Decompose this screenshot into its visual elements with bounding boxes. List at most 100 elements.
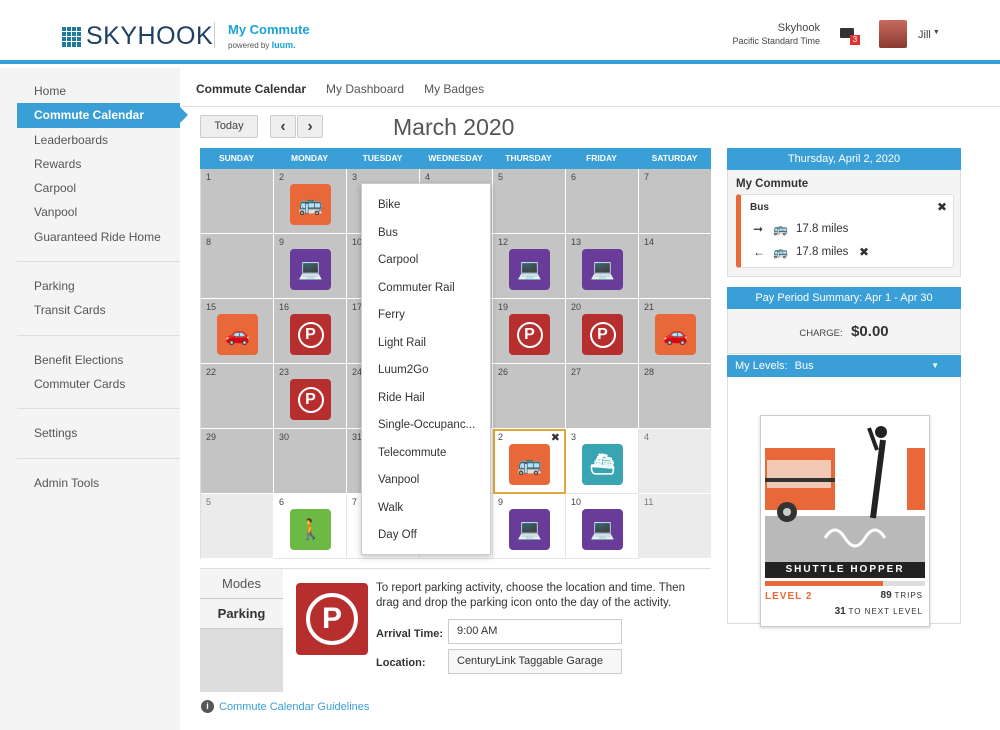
nav-settings[interactable]: Settings <box>0 421 180 445</box>
ferry-icon[interactable]: ⛴ <box>582 444 623 485</box>
parking-drag-icon[interactable]: P <box>296 583 368 655</box>
remove-icon[interactable]: ✖ <box>859 245 869 259</box>
trip-distance: 17.8 miles <box>796 223 849 235</box>
calendar-day[interactable]: 27 <box>566 364 639 429</box>
next-month-button[interactable]: › <box>297 115 323 138</box>
calendar-day[interactable]: 9 💻 <box>274 234 347 299</box>
dropdown-item-vanpool[interactable]: Vanpool <box>362 467 490 495</box>
parking-panel: P To report parking activity, choose the… <box>283 569 711 692</box>
calendar-day[interactable]: 16 P <box>274 299 347 364</box>
calendar-day[interactable]: 23 P <box>274 364 347 429</box>
today-button[interactable]: Today <box>200 115 258 138</box>
bus-icon[interactable]: 🚌 <box>290 184 331 225</box>
avatar[interactable] <box>879 20 907 48</box>
calendar-day[interactable]: 12 💻 <box>493 234 566 299</box>
trips-count: 89 TRIPS <box>880 590 923 601</box>
calendar-day[interactable]: 30 <box>274 429 347 494</box>
calendar-day-selected[interactable]: 2 ✖ 🚌 <box>493 429 566 494</box>
nav-guaranteed-ride-home[interactable]: Guaranteed Ride Home <box>0 225 180 249</box>
tab-commute-calendar[interactable]: Commute Calendar <box>196 82 306 96</box>
calendar-day[interactable]: 5 <box>493 169 566 234</box>
calendar-day[interactable]: 6 🚶 <box>274 494 347 559</box>
telecommute-icon[interactable]: 💻 <box>509 249 550 290</box>
bus-icon: 🚌 <box>773 222 788 236</box>
calendar-day[interactable]: 6 <box>566 169 639 234</box>
arrival-time-input[interactable]: 9:00 AM <box>448 619 622 644</box>
calendar-day[interactable]: 13 💻 <box>566 234 639 299</box>
levels-header[interactable]: My Levels: Bus ▼ <box>727 355 961 377</box>
dropdown-item-ride-hail[interactable]: Ride Hail <box>362 385 490 413</box>
calendar-day[interactable]: 9 💻 <box>493 494 566 559</box>
guidelines-link[interactable]: i Commute Calendar Guidelines <box>201 700 369 713</box>
user-menu[interactable]: Jill ▼ <box>918 29 940 41</box>
calendar-day[interactable]: 19 P <box>493 299 566 364</box>
tab-my-badges[interactable]: My Badges <box>424 82 484 96</box>
dropdown-item-telecommute[interactable]: Telecommute <box>362 440 490 468</box>
nav-carpool[interactable]: Carpool <box>0 176 180 200</box>
telecommute-icon[interactable]: 💻 <box>509 509 550 550</box>
parking-icon[interactable]: P <box>290 379 331 420</box>
calendar-day[interactable]: 7 <box>639 169 712 234</box>
dropdown-item-single-occupancy[interactable]: Single-Occupanc... <box>362 412 490 440</box>
calendar-day[interactable]: 11 <box>639 494 712 559</box>
parking-icon[interactable]: P <box>290 314 331 355</box>
level-progress-fill <box>765 581 884 586</box>
dropdown-item-commuter-rail[interactable]: Commuter Rail <box>362 275 490 303</box>
telecommute-icon[interactable]: 💻 <box>290 249 331 290</box>
sidebar: Home Commute Calendar Leaderboards Rewar… <box>0 68 188 730</box>
walk-icon[interactable]: 🚶 <box>290 509 331 550</box>
calendar-day[interactable]: 14 <box>639 234 712 299</box>
remove-icon[interactable]: ✖ <box>937 200 947 214</box>
calendar-day[interactable]: 1 <box>201 169 274 234</box>
nav-benefit-elections[interactable]: Benefit Elections <box>0 348 180 372</box>
nav-home[interactable]: Home <box>0 79 180 103</box>
telecommute-icon[interactable]: 💻 <box>582 509 623 550</box>
dropdown-item-walk[interactable]: Walk <box>362 495 490 523</box>
dropdown-item-day-off[interactable]: Day Off <box>362 522 490 550</box>
calendar-day[interactable]: 2 🚌 <box>274 169 347 234</box>
calendar-day[interactable]: 21 🚗 <box>639 299 712 364</box>
tab-modes[interactable]: Modes <box>200 569 283 599</box>
prev-month-button[interactable]: ‹ <box>270 115 296 138</box>
calendar-day[interactable]: 15 🚗 <box>201 299 274 364</box>
nav-commute-calendar[interactable]: Commute Calendar <box>17 103 188 128</box>
nav-vanpool[interactable]: Vanpool <box>0 200 180 224</box>
nav-commuter-cards[interactable]: Commuter Cards <box>0 372 180 396</box>
tab-parking[interactable]: Parking <box>200 599 283 629</box>
nav-leaderboards[interactable]: Leaderboards <box>0 128 180 152</box>
dropdown-item-light-rail[interactable]: Light Rail <box>362 330 490 358</box>
commute-summary: Thursday, April 2, 2020 My Commute Bus ✖… <box>727 148 961 277</box>
nav-transit-cards[interactable]: Transit Cards <box>0 298 180 322</box>
parking-icon[interactable]: P <box>582 314 623 355</box>
dropdown-item-carpool[interactable]: Carpool <box>362 247 490 275</box>
guidelines-text: Commute Calendar Guidelines <box>219 700 370 713</box>
app-brand: My Commute powered by luum. <box>228 22 310 50</box>
tab-my-dashboard[interactable]: My Dashboard <box>326 82 404 96</box>
telecommute-icon[interactable]: 💻 <box>582 249 623 290</box>
day-header: MONDAY <box>291 153 328 163</box>
dropdown-item-ferry[interactable]: Ferry <box>362 302 490 330</box>
car-icon[interactable]: 🚗 <box>217 314 258 355</box>
dropdown-item-bus[interactable]: Bus <box>362 220 490 248</box>
dropdown-item-bike[interactable]: Bike <box>362 192 490 220</box>
skyhook-logo[interactable]: SKYHOOK <box>62 22 213 51</box>
parking-icon[interactable]: P <box>509 314 550 355</box>
nav-admin-tools[interactable]: Admin Tools <box>0 471 180 495</box>
car-icon[interactable]: 🚗 <box>655 314 696 355</box>
calendar-day[interactable]: 3 ⛴ <box>566 429 639 494</box>
nav-parking[interactable]: Parking <box>0 274 180 298</box>
remove-icon[interactable]: ✖ <box>551 431 560 444</box>
nav-rewards[interactable]: Rewards <box>0 152 180 176</box>
calendar-day[interactable]: 10 💻 <box>566 494 639 559</box>
calendar-day[interactable]: 26 <box>493 364 566 429</box>
calendar-day[interactable]: 4 <box>639 429 712 494</box>
calendar-day[interactable]: 28 <box>639 364 712 429</box>
calendar-day[interactable]: 20 P <box>566 299 639 364</box>
bus-icon[interactable]: 🚌 <box>509 444 550 485</box>
calendar-day[interactable]: 8 <box>201 234 274 299</box>
calendar-day[interactable]: 29 <box>201 429 274 494</box>
calendar-day[interactable]: 22 <box>201 364 274 429</box>
location-select[interactable]: CenturyLink Taggable Garage <box>448 649 622 674</box>
dropdown-item-luum2go[interactable]: Luum2Go <box>362 357 490 385</box>
calendar-day[interactable]: 5 <box>201 494 274 559</box>
